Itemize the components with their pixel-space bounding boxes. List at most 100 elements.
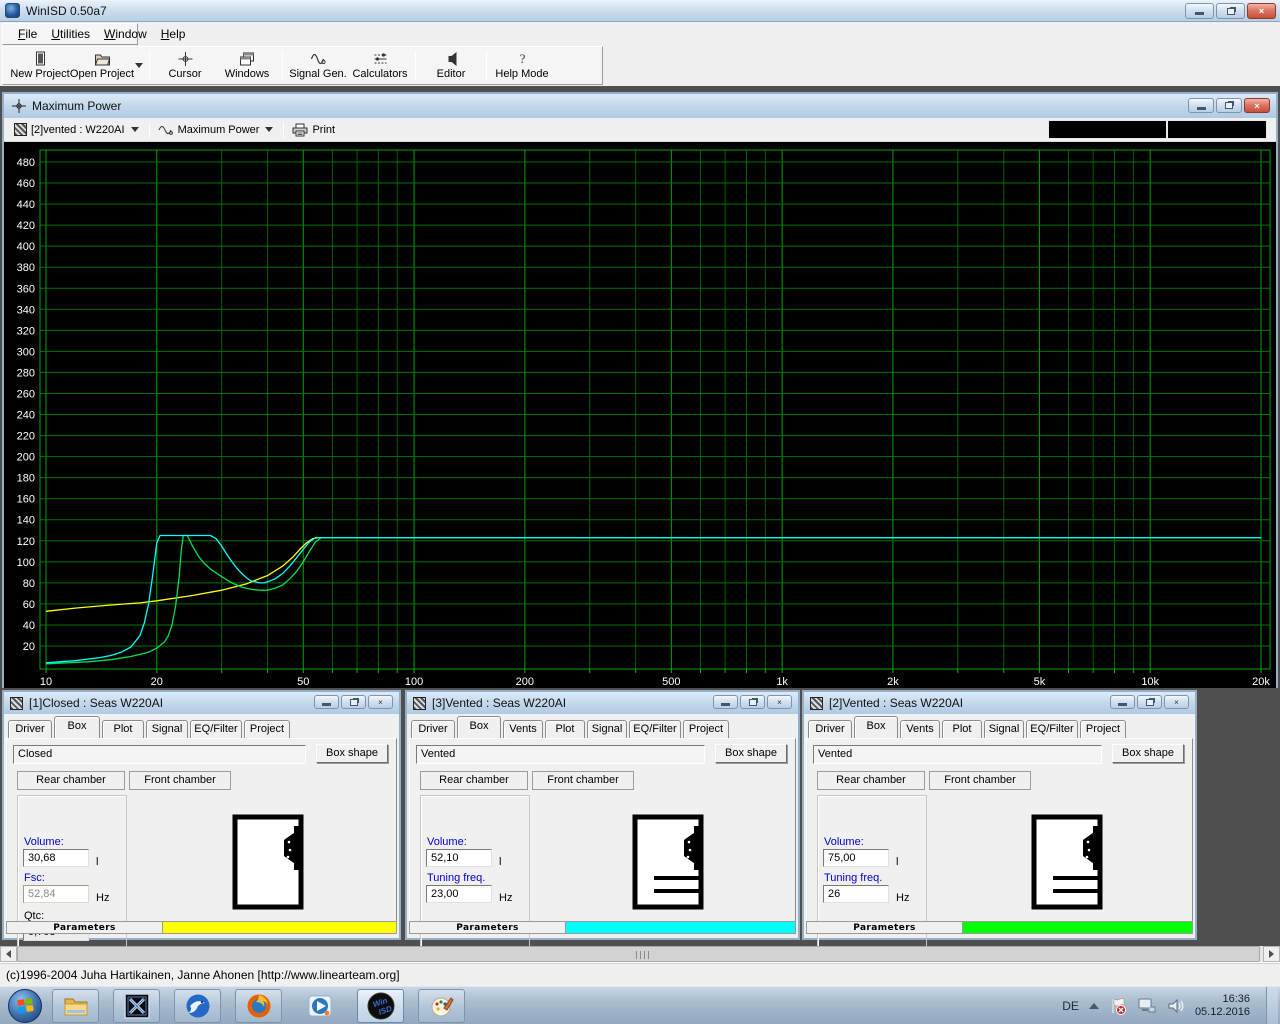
- toolbar-separator: [486, 51, 487, 80]
- tab-driver[interactable]: Driver: [411, 720, 455, 738]
- open-project-button[interactable]: Open Project: [70, 48, 134, 83]
- tab-vents[interactable]: Vents: [900, 720, 940, 738]
- tab-box[interactable]: Box: [54, 716, 100, 738]
- editor-button[interactable]: Editor: [420, 48, 482, 83]
- tab-plot[interactable]: Plot: [102, 720, 144, 738]
- tuning-freq-input[interactable]: 23,00: [426, 885, 492, 903]
- window-titlebar[interactable]: WinISD 0.50a7 ×: [0, 0, 1280, 22]
- rear-chamber-button[interactable]: Rear chamber: [420, 771, 528, 790]
- new-project-button[interactable]: New Project: [9, 48, 71, 83]
- minimize-button[interactable]: [314, 695, 339, 709]
- taskbar-paint-button[interactable]: [418, 988, 465, 1023]
- scrollbar-thumb[interactable]: [17, 946, 1260, 962]
- tab-eq-filter[interactable]: EQ/Filter: [629, 720, 681, 738]
- rear-chamber-button[interactable]: Rear chamber: [17, 771, 125, 790]
- help-mode-button[interactable]: ? Help Mode: [491, 48, 553, 83]
- tab-driver[interactable]: Driver: [8, 720, 52, 738]
- restore-button[interactable]: [341, 695, 366, 709]
- tab-eq-filter[interactable]: EQ/Filter: [190, 720, 242, 738]
- close-button[interactable]: ×: [1164, 695, 1189, 709]
- taskbar-thunderbird-button[interactable]: [174, 988, 221, 1023]
- restore-button[interactable]: [1137, 695, 1162, 709]
- network-icon[interactable]: [1137, 997, 1157, 1015]
- rear-chamber-button[interactable]: Rear chamber: [817, 771, 925, 790]
- taskbar-resize-app-button[interactable]: [113, 988, 160, 1023]
- open-project-dropdown-icon[interactable]: [135, 63, 143, 68]
- plot-minimize-button[interactable]: [1188, 98, 1214, 113]
- signal-gen-button[interactable]: Signal Gen.: [287, 48, 349, 83]
- tuning-freq-input[interactable]: 26: [823, 885, 889, 903]
- tab-signal[interactable]: Signal: [984, 720, 1024, 738]
- volume-label: Volume:: [24, 836, 64, 848]
- action-center-flag-icon[interactable]: [1109, 997, 1127, 1015]
- windows-button[interactable]: Windows: [216, 48, 278, 83]
- menu-file[interactable]: File: [11, 25, 44, 43]
- taskbar-media-player-button[interactable]: [296, 989, 343, 1023]
- parameters-bar[interactable]: Parameters: [806, 921, 1193, 934]
- project-icon: [14, 123, 27, 136]
- minimize-button[interactable]: [1110, 695, 1135, 709]
- horizontal-scrollbar[interactable]: [0, 946, 1280, 962]
- tab-vents[interactable]: Vents: [503, 720, 543, 738]
- tab-signal[interactable]: Signal: [587, 720, 627, 738]
- close-button[interactable]: ×: [767, 695, 792, 709]
- plot-restore-button[interactable]: [1216, 98, 1242, 113]
- parameters-bar[interactable]: Parameters: [409, 921, 796, 934]
- project-titlebar[interactable]: [3]Vented : Seas W220AI ×: [407, 692, 798, 714]
- tab-plot[interactable]: Plot: [942, 720, 982, 738]
- volume-icon[interactable]: [1167, 997, 1185, 1015]
- fsc-input[interactable]: 52,84: [23, 885, 89, 903]
- plot-type-selector[interactable]: Maximum Power: [154, 120, 280, 140]
- tab-box[interactable]: Box: [457, 716, 501, 738]
- volume-input[interactable]: 52,10: [426, 849, 492, 867]
- project-titlebar[interactable]: [2]Vented : Seas W220AI ×: [804, 692, 1195, 714]
- parameters-bar[interactable]: Parameters: [6, 921, 397, 934]
- box-shape-button[interactable]: Box shape: [316, 744, 388, 763]
- volume-input[interactable]: 30,68: [23, 849, 89, 867]
- cursor-button[interactable]: Cursor: [154, 48, 216, 83]
- restore-button[interactable]: [740, 695, 765, 709]
- restore-button[interactable]: [1216, 3, 1245, 19]
- box-shape-button[interactable]: Box shape: [1112, 744, 1184, 763]
- menu-window[interactable]: Window: [97, 25, 154, 43]
- project-icon: [413, 696, 426, 710]
- front-chamber-button[interactable]: Front chamber: [929, 771, 1031, 790]
- front-chamber-button[interactable]: Front chamber: [532, 771, 634, 790]
- box-shape-button[interactable]: Box shape: [715, 744, 787, 763]
- tab-project[interactable]: Project: [1080, 720, 1126, 738]
- menu-utilities[interactable]: Utilities: [44, 25, 97, 43]
- taskbar-winisd-button[interactable]: Win ISD: [357, 988, 404, 1023]
- status-bar: (c)1996-2004 Juha Hartikainen, Janne Aho…: [0, 962, 1280, 986]
- volume-input[interactable]: 75,00: [823, 849, 889, 867]
- show-desktop-button[interactable]: [1266, 986, 1278, 1024]
- minimize-button[interactable]: [713, 695, 738, 709]
- tab-project[interactable]: Project: [244, 720, 290, 738]
- scroll-left-button[interactable]: [0, 946, 17, 962]
- tab-plot[interactable]: Plot: [545, 720, 585, 738]
- language-indicator[interactable]: DE: [1062, 999, 1079, 1013]
- tab-box[interactable]: Box: [854, 716, 898, 738]
- project-selector[interactable]: [2]vented : W220AI: [10, 120, 145, 140]
- tab-eq-filter[interactable]: EQ/Filter: [1026, 720, 1078, 738]
- plot-close-button[interactable]: ×: [1244, 98, 1270, 113]
- tab-project[interactable]: Project: [683, 720, 729, 738]
- close-button[interactable]: ×: [368, 695, 393, 709]
- close-button[interactable]: ×: [1247, 3, 1276, 19]
- menu-help[interactable]: Help: [154, 25, 193, 43]
- scroll-right-button[interactable]: [1263, 946, 1280, 962]
- maximum-power-chart[interactable]: 480 460 440 420 400 380 360 340 320 300 280 260 240 2…: [4, 142, 1276, 688]
- tab-signal[interactable]: Signal: [146, 720, 188, 738]
- start-button[interactable]: [8, 988, 42, 1023]
- print-button[interactable]: Print: [288, 120, 339, 140]
- plot-toolbar: [2]vented : W220AI Maximum Power Print: [4, 118, 1276, 142]
- plot-window-titlebar[interactable]: Maximum Power ×: [4, 94, 1276, 118]
- tab-driver[interactable]: Driver: [808, 720, 852, 738]
- calculators-button[interactable]: Calculators: [349, 48, 411, 83]
- minimize-button[interactable]: [1185, 3, 1214, 19]
- clock[interactable]: 16:36 05.12.2016: [1195, 993, 1256, 1019]
- project-titlebar[interactable]: [1]Closed : Seas W220AI ×: [4, 692, 399, 714]
- front-chamber-button[interactable]: Front chamber: [129, 771, 231, 790]
- taskbar-firefox-button[interactable]: [235, 988, 282, 1023]
- taskbar-explorer-button[interactable]: [52, 988, 99, 1023]
- hidden-icons-arrow[interactable]: [1088, 1002, 1099, 1009]
